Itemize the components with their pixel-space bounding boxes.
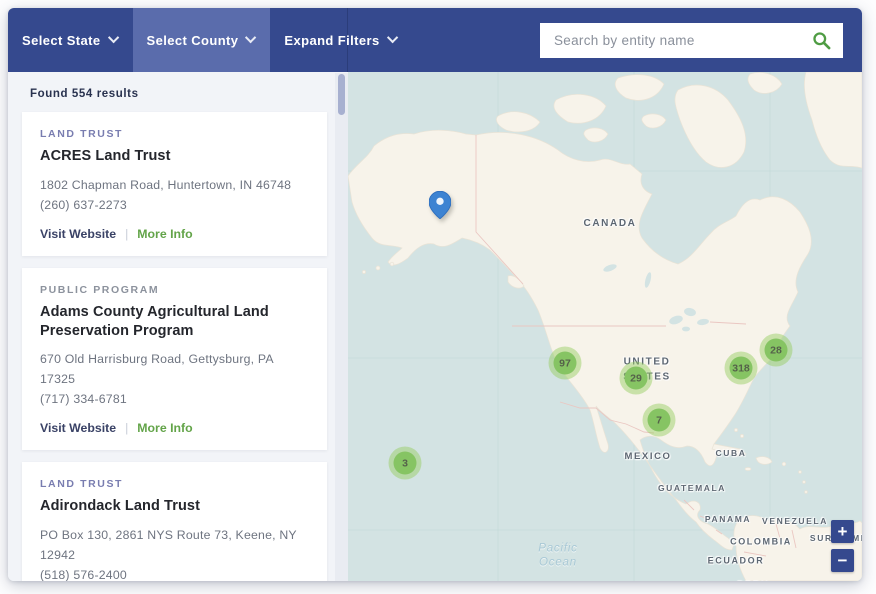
more-info-link[interactable]: More Info: [137, 227, 192, 241]
scrollbar-thumb[interactable]: [338, 74, 345, 115]
result-address: PO Box 130, 2861 NYS Route 73, Keene, NY…: [40, 526, 309, 566]
top-navigation-bar: Select State Select County Expand Filter…: [8, 8, 862, 72]
result-category: PUBLIC PROGRAM: [40, 284, 309, 296]
search-icon[interactable]: [812, 31, 831, 50]
zoom-out-button[interactable]: −: [831, 549, 854, 572]
map-label-cuba: CUBA: [716, 447, 747, 459]
results-list: LAND TRUST ACRES Land Trust 1802 Chapman…: [22, 112, 348, 581]
map-label-peru: PERU: [738, 579, 771, 581]
results-count: Found 554 results: [30, 88, 348, 100]
search-box: [540, 23, 843, 58]
map-label-ecuador: ECUADOR: [708, 554, 765, 567]
result-card[interactable]: LAND TRUST ACRES Land Trust 1802 Chapman…: [22, 112, 327, 256]
map-label-guatemala: GUATEMALA: [658, 482, 726, 494]
map-pin-alaska[interactable]: [429, 191, 451, 219]
map-cluster-97[interactable]: 97: [554, 352, 577, 375]
map-cluster-7[interactable]: 7: [648, 409, 671, 432]
result-address: 1802 Chapman Road, Huntertown, IN 46748: [40, 176, 309, 196]
result-name: Adams County Agricultural Land Preservat…: [40, 303, 309, 341]
result-name: ACRES Land Trust: [40, 147, 309, 166]
pacific-ocean-label: Pacific Ocean: [538, 542, 577, 571]
filter-dropdown-select-state[interactable]: Select State: [8, 8, 133, 72]
map-base-layer: [348, 72, 862, 581]
map-zoom-controls: + −: [831, 520, 854, 572]
app-window: Select State Select County Expand Filter…: [8, 8, 862, 581]
search-area: [348, 8, 862, 72]
result-card[interactable]: PUBLIC PROGRAM Adams County Agricultural…: [22, 268, 327, 450]
result-category: LAND TRUST: [40, 128, 309, 140]
result-phone: (518) 576-2400: [40, 566, 309, 581]
map-label-mexico: MEXICO: [624, 450, 671, 464]
result-address: 670 Old Harrisburg Road, Gettysburg, PA …: [40, 350, 309, 390]
more-info-link[interactable]: More Info: [137, 421, 192, 435]
filter-dropdown-select-county[interactable]: Select County: [133, 8, 271, 72]
results-sidebar: Found 554 results LAND TRUST ACRES Land …: [8, 72, 348, 581]
search-input[interactable]: [540, 23, 843, 58]
map-cluster-318[interactable]: 318: [730, 357, 753, 380]
map-label-venezuela: VENEZUELA: [762, 515, 828, 527]
chevron-down-icon: [107, 31, 118, 42]
map-label-canada: CANADA: [584, 217, 637, 232]
filters-bar: Select State Select County Expand Filter…: [8, 8, 348, 72]
filter-label: Select County: [147, 33, 239, 48]
map-label-panama: PANAMA: [705, 513, 751, 525]
result-card[interactable]: LAND TRUST Adirondack Land Trust PO Box …: [22, 462, 327, 581]
result-links: Visit Website | More Info: [40, 421, 309, 435]
filter-label: Select State: [22, 33, 101, 48]
map-label-colombia: COLOMBIA: [730, 535, 792, 548]
result-phone: (260) 637-2273: [40, 196, 309, 216]
result-phone: (717) 334-6781: [40, 390, 309, 410]
link-divider: |: [125, 227, 128, 241]
result-category: LAND TRUST: [40, 478, 309, 490]
sidebar-scrollbar[interactable]: [335, 73, 348, 581]
link-divider: |: [125, 421, 128, 435]
zoom-in-button[interactable]: +: [831, 520, 854, 543]
result-links: Visit Website | More Info: [40, 227, 309, 241]
visit-website-link[interactable]: Visit Website: [40, 421, 116, 435]
map-cluster-3[interactable]: 3: [394, 452, 417, 475]
result-name: Adirondack Land Trust: [40, 497, 309, 516]
map-cluster-28[interactable]: 28: [765, 339, 788, 362]
map-canvas[interactable]: CANADAUNITED STATESMEXICOCUBAGUATEMALAPA…: [348, 72, 862, 581]
visit-website-link[interactable]: Visit Website: [40, 227, 116, 241]
map-cluster-29[interactable]: 29: [625, 367, 648, 390]
chevron-down-icon: [245, 31, 256, 42]
